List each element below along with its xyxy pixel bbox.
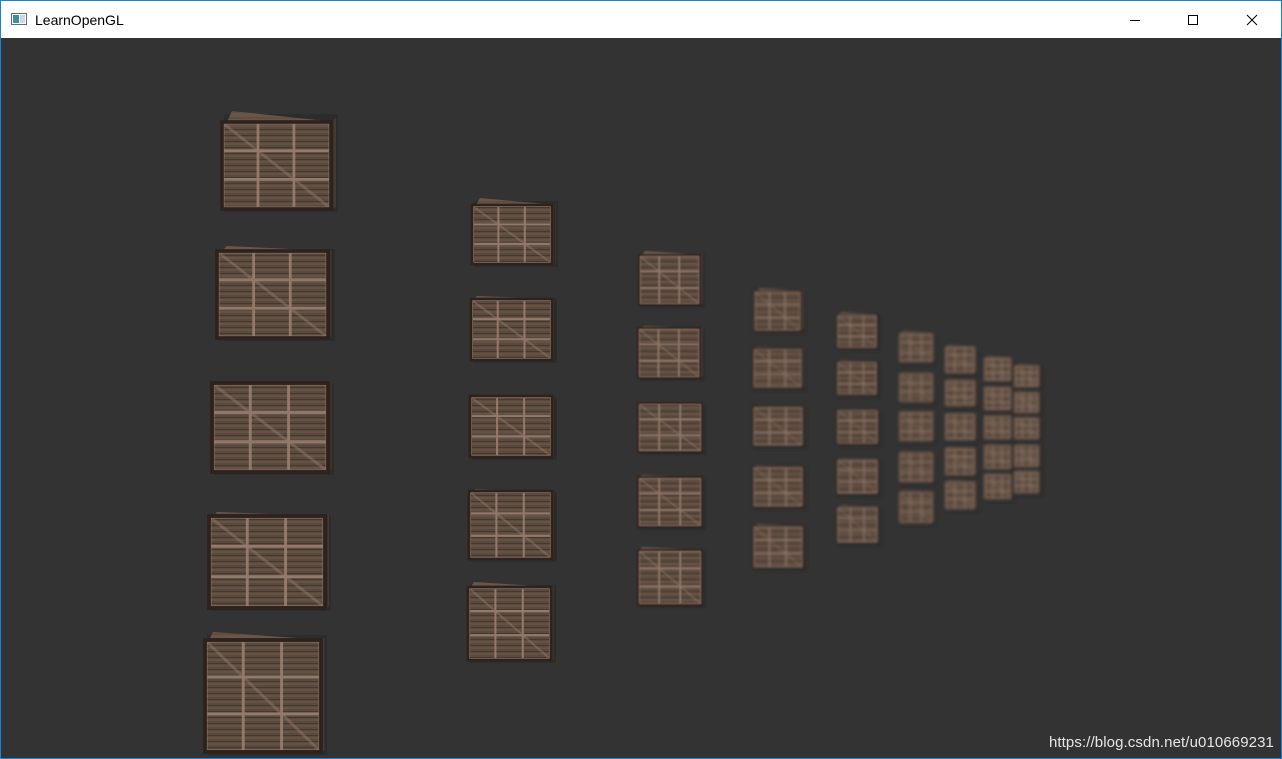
crate-cube xyxy=(898,331,937,365)
crate-cube xyxy=(898,410,937,444)
crate-cube xyxy=(836,312,881,351)
crate-cube xyxy=(1013,444,1043,470)
app-window-icon xyxy=(11,11,27,27)
crate-cube xyxy=(466,582,556,663)
crate-cube xyxy=(898,372,937,405)
crate-cube xyxy=(898,490,937,526)
crate-cube xyxy=(836,408,882,447)
title-bar[interactable]: LearnOpenGL xyxy=(1,1,1281,38)
crate-cube xyxy=(637,251,705,308)
crate-cube xyxy=(752,405,807,449)
crate-cube xyxy=(836,505,882,546)
crate-cube xyxy=(636,475,706,530)
crate-cube xyxy=(1013,417,1043,442)
crate-cube xyxy=(944,379,979,409)
crate-cube xyxy=(1013,364,1043,390)
crate-cube xyxy=(470,198,558,267)
crate-cube xyxy=(203,632,327,755)
crate-cube xyxy=(1013,391,1043,416)
crate-cube xyxy=(636,547,706,608)
minimize-icon xyxy=(1129,14,1141,26)
minimize-button[interactable] xyxy=(1106,1,1164,38)
crate-cube xyxy=(752,524,807,571)
crate-cube xyxy=(469,296,557,363)
crate-cube xyxy=(636,326,705,381)
crate-cube xyxy=(753,288,806,334)
app-window: LearnOpenGL https://blog.csdn.net/u01066… xyxy=(0,0,1282,759)
crate-cube xyxy=(898,451,937,485)
close-icon xyxy=(1246,14,1258,26)
opengl-render-viewport[interactable]: https://blog.csdn.net/u010669231 xyxy=(1,38,1281,758)
crate-cube xyxy=(944,345,979,376)
crate-cube xyxy=(468,394,557,460)
close-button[interactable] xyxy=(1223,1,1281,38)
crate-cube xyxy=(836,360,881,398)
crate-cube xyxy=(220,111,338,212)
crate-cube xyxy=(983,356,1015,384)
crate-cube xyxy=(983,386,1015,413)
crate-cube xyxy=(836,458,882,497)
crate-cube xyxy=(983,444,1015,472)
crate-cube xyxy=(752,347,806,391)
crate-cube-scene xyxy=(203,111,1043,755)
crate-cube xyxy=(207,512,331,611)
window-title: LearnOpenGL xyxy=(35,12,124,28)
crate-cube xyxy=(210,381,334,475)
crate-cube xyxy=(1013,470,1043,496)
crate-cube xyxy=(983,473,1015,502)
crate-cube xyxy=(752,465,807,510)
crate-cube xyxy=(944,447,979,478)
crate-cube xyxy=(467,489,557,562)
crate-cube xyxy=(944,413,979,443)
crate-cube xyxy=(636,401,706,455)
crate-cube xyxy=(944,480,979,512)
maximize-button[interactable] xyxy=(1164,1,1222,38)
crate-cube xyxy=(215,246,335,341)
maximize-icon xyxy=(1187,14,1199,26)
watermark-url: https://blog.csdn.net/u010669231 xyxy=(1048,734,1274,751)
crate-cube xyxy=(983,415,1015,442)
